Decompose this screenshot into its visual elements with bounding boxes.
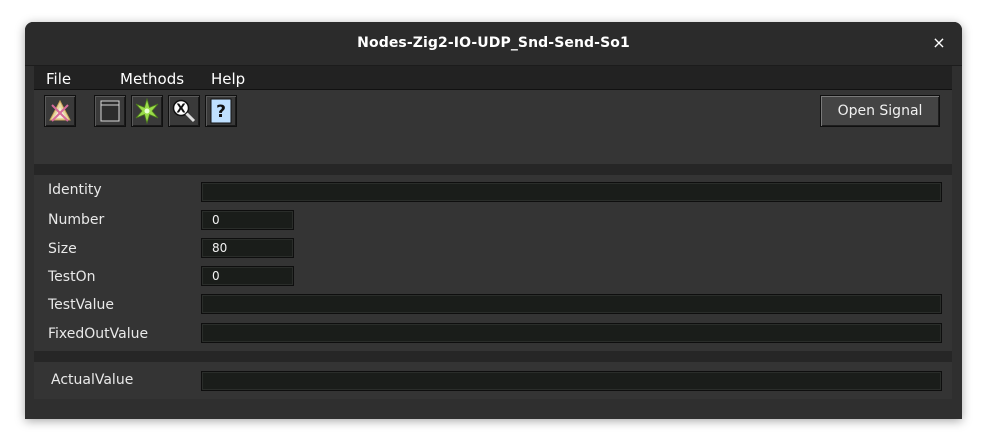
testvalue-field[interactable] bbox=[201, 294, 942, 314]
crossref-icon bbox=[135, 98, 159, 124]
testvalue-label: TestValue bbox=[48, 297, 115, 313]
help-button[interactable]: ? bbox=[205, 95, 237, 127]
actual-value-panel: ActualValue bbox=[34, 362, 952, 399]
separator bbox=[34, 351, 952, 362]
signal-window: Nodes-Zig2-IO-UDP_Snd-Send-So1 × File Me… bbox=[25, 22, 962, 419]
title-bar[interactable]: Nodes-Zig2-IO-UDP_Snd-Send-So1 × bbox=[25, 22, 962, 66]
teston-field[interactable]: 0 bbox=[201, 266, 294, 286]
svg-text:X: X bbox=[176, 102, 186, 116]
crossref-button[interactable] bbox=[131, 95, 163, 127]
size-field[interactable]: 80 bbox=[201, 238, 294, 258]
menu-methods[interactable]: Methods bbox=[120, 70, 184, 88]
svg-text:?: ? bbox=[216, 102, 226, 122]
actualvalue-field[interactable] bbox=[201, 371, 942, 391]
menu-help[interactable]: Help bbox=[211, 70, 245, 88]
object-search-icon: X bbox=[172, 99, 196, 123]
size-label: Size bbox=[48, 241, 77, 257]
open-graph-icon bbox=[100, 100, 120, 122]
identity-label: Identity bbox=[48, 182, 102, 198]
actualvalue-label: ActualValue bbox=[51, 372, 134, 388]
menu-bar: File Methods Help bbox=[34, 66, 952, 90]
object-search-button[interactable]: X bbox=[168, 95, 200, 127]
close-icon[interactable]: × bbox=[930, 34, 948, 52]
help-icon: ? bbox=[210, 98, 232, 124]
toolbar: X ? Open Signal bbox=[34, 90, 952, 164]
window-title: Nodes-Zig2-IO-UDP_Snd-Send-So1 bbox=[357, 35, 630, 51]
navigator-button[interactable] bbox=[44, 95, 76, 127]
number-field[interactable]: 0 bbox=[201, 210, 294, 230]
identity-field[interactable] bbox=[201, 182, 942, 202]
open-signal-button[interactable]: Open Signal bbox=[820, 95, 940, 127]
attribute-panel: Identity Number 0 Size 80 TestOn 0 TestV… bbox=[34, 175, 952, 351]
fixedoutvalue-label: FixedOutValue bbox=[48, 326, 149, 342]
number-label: Number bbox=[48, 212, 105, 228]
separator bbox=[34, 164, 952, 175]
menu-file[interactable]: File bbox=[46, 70, 71, 88]
navigator-icon bbox=[49, 99, 71, 122]
fixedoutvalue-field[interactable] bbox=[201, 323, 942, 343]
teston-label: TestOn bbox=[48, 269, 96, 285]
open-graph-button[interactable] bbox=[94, 95, 126, 127]
